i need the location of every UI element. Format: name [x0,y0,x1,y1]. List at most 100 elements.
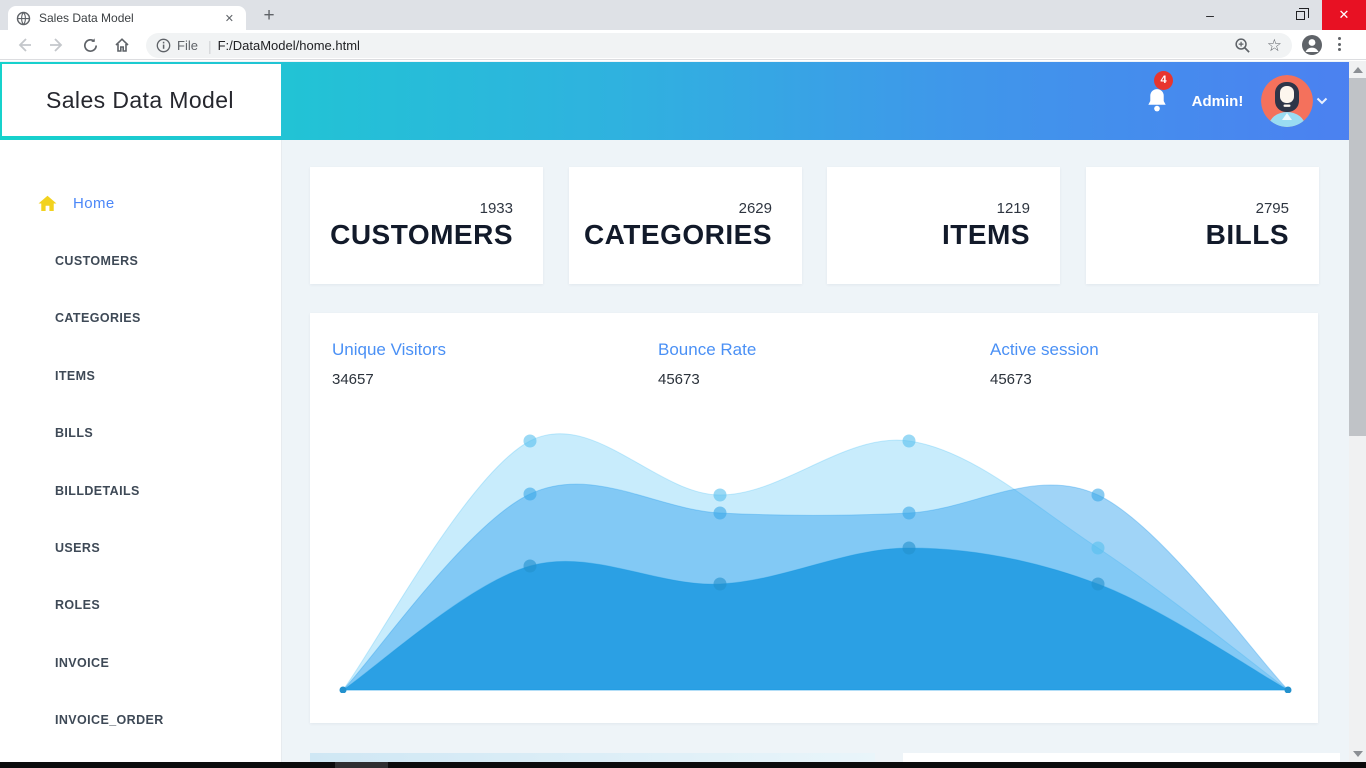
new-tab-button[interactable]: + [256,4,282,30]
metric-unique-visitors: Unique Visitors 34657 [332,340,632,388]
metric-label: Unique Visitors [332,340,632,360]
stat-label: ITEMS [942,219,1030,251]
bell-icon [1144,86,1170,116]
stat-label: BILLS [1206,219,1289,251]
stat-value: 1933 [480,200,513,217]
chart-point [714,578,727,591]
tab-close-icon[interactable]: ✕ [221,10,238,27]
dashboard-page: Sales Data Model 4 Admin! [0,61,1366,768]
stat-card-bills: 2795 BILLS [1086,167,1319,284]
bookmark-star-icon[interactable]: ☆ [1267,36,1282,56]
chart-point [1092,489,1105,502]
browser-toolbar: File | F:/DataModel/home.html ☆ [0,30,1366,60]
forward-arrow-icon [48,36,66,54]
browser-menu-button[interactable] [1338,37,1341,51]
back-arrow-icon [15,36,33,54]
sidebar-item-invoice[interactable]: INVOICE [0,634,282,691]
metric-label: Bounce Rate [658,340,958,360]
address-separator: | [208,38,212,54]
main-content: 1933 CUSTOMERS 2629 CATEGORIES 1219 ITEM… [282,140,1349,763]
sidebar-item-invoice-order[interactable]: INVOICE_ORDER [0,692,282,749]
chart-point [1092,578,1105,591]
brand-title: Sales Data Model [46,87,234,114]
window-close-button[interactable]: ✕ [1322,0,1366,30]
chart-point [714,507,727,520]
user-menu-caret[interactable] [1316,92,1328,110]
address-scheme-label[interactable]: File [177,38,198,53]
metric-label: Active session [990,340,1290,360]
profile-icon [1301,34,1323,56]
home-button[interactable] [110,33,134,57]
scrollbar-thumb[interactable] [1349,78,1366,436]
metric-bounce-rate: Bounce Rate 45673 [658,340,958,388]
reload-button[interactable] [78,33,102,57]
sidebar-item-items[interactable]: ITEMS [0,347,282,404]
window-restore-button[interactable] [1278,0,1322,30]
sidebar-item-label: USERS [55,541,100,555]
stat-card-categories: 2629 CATEGORIES [569,167,802,284]
user-avatar[interactable] [1261,75,1313,127]
taskbar-edge [0,762,1366,768]
window-minimize-button[interactable]: – [1188,0,1232,30]
scroll-down-icon[interactable] [1353,751,1363,757]
sidebar-item-home[interactable]: Home [0,175,282,232]
visitors-area-chart [310,417,1318,693]
chart-point [714,489,727,502]
sidebar-item-label: CATEGORIES [55,311,141,325]
notification-badge: 4 [1154,71,1173,90]
back-button[interactable] [12,33,36,57]
sidebar-item-label: INVOICE_ORDER [55,713,164,727]
sidebar-item-label: INVOICE [55,656,109,670]
metric-value: 34657 [332,371,632,388]
sidebar-nav: Home CUSTOMERS CATEGORIES ITEMS BILLS BI… [0,140,282,763]
stat-value: 2795 [1256,200,1289,217]
stat-value: 2629 [739,200,772,217]
stat-value: 1219 [997,200,1030,217]
stat-card-items: 1219 ITEMS [827,167,1060,284]
page-scrollbar[interactable] [1349,61,1366,763]
address-url[interactable]: F:/DataModel/home.html [218,38,1234,53]
browser-profile-button[interactable] [1301,34,1323,61]
sidebar-item-billdetails[interactable]: BILLDETAILS [0,462,282,519]
metric-active-session: Active session 45673 [990,340,1290,388]
zoom-icon[interactable] [1234,37,1251,54]
sidebar-item-label: Home [73,195,115,212]
restore-icon [1296,11,1305,20]
app-header: Sales Data Model 4 Admin! [0,62,1366,140]
tab-favicon-globe-icon [16,11,31,26]
chart-point [903,507,916,520]
scroll-up-icon[interactable] [1353,67,1363,73]
sidebar-item-roles[interactable]: ROLES [0,577,282,634]
info-icon [156,38,171,53]
forward-button[interactable] [45,33,69,57]
address-bar[interactable]: File | F:/DataModel/home.html ☆ [146,33,1292,58]
brand-logo: Sales Data Model [2,64,281,136]
sidebar-item-users[interactable]: USERS [0,519,282,576]
sidebar-item-label: ROLES [55,598,100,612]
browser-titlebar: Sales Data Model ✕ + – ✕ [0,0,1366,30]
house-icon [38,195,57,212]
user-greeting: Admin! [1180,62,1255,140]
sidebar-item-label: BILLS [55,426,93,440]
browser-tab[interactable]: Sales Data Model ✕ [8,6,246,30]
stat-label: CATEGORIES [584,219,772,251]
stat-label: CUSTOMERS [330,219,513,251]
sidebar-item-label: BILLDETAILS [55,484,140,498]
chevron-down-icon [1316,97,1328,105]
chart-point [524,560,537,573]
chart-point [524,435,537,448]
sidebar-item-customers[interactable]: CUSTOMERS [0,232,282,289]
metric-value: 45673 [658,371,958,388]
sidebar-item-categories[interactable]: CATEGORIES [0,290,282,347]
sidebar-item-bills[interactable]: BILLS [0,405,282,462]
sidebar-item-label: ITEMS [55,369,95,383]
home-icon [113,36,131,54]
chart-point [1092,542,1105,555]
chart-point [903,542,916,555]
chart-point [524,488,537,501]
sidebar-item-label: CUSTOMERS [55,254,138,268]
sidebar-list: Home CUSTOMERS CATEGORIES ITEMS BILLS BI… [0,175,282,749]
chart-point [903,435,916,448]
reload-icon [82,37,99,54]
metric-value: 45673 [990,371,1290,388]
